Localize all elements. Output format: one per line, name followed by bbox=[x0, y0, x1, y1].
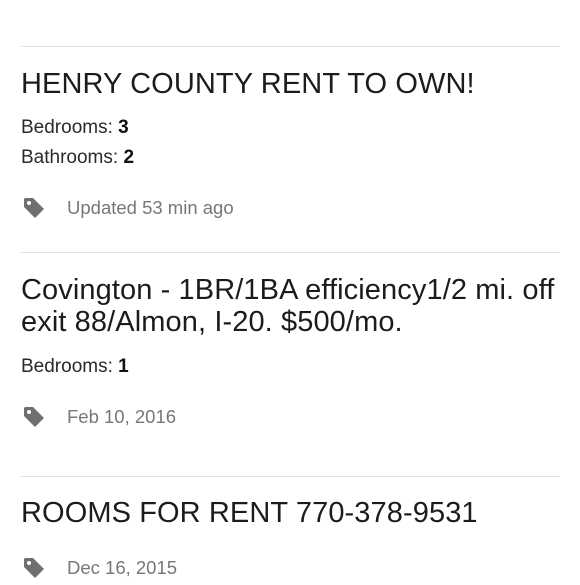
bedrooms-field: Bedrooms: 1 bbox=[21, 352, 560, 382]
bedrooms-label: Bedrooms: bbox=[21, 117, 113, 138]
bedrooms-value: 3 bbox=[118, 117, 129, 138]
listing-list: HENRY COUNTY RENT TO OWN! Bedrooms: 3 Ba… bbox=[21, 0, 560, 583]
listing-title[interactable]: ROOMS FOR RENT 770-378-9531 bbox=[21, 497, 560, 529]
listing-date: Dec 16, 2015 bbox=[67, 557, 178, 578]
bedrooms-field: Bedrooms: 3 bbox=[21, 113, 560, 143]
bathrooms-field: Bathrooms: 2 bbox=[21, 143, 560, 173]
listing-meta: Dec 16, 2015 bbox=[21, 553, 560, 583]
tag-icon bbox=[22, 556, 46, 580]
bathrooms-label: Bathrooms: bbox=[21, 147, 119, 168]
updated-time: Updated 53 min ago bbox=[67, 197, 234, 218]
listing-card[interactable]: HENRY COUNTY RENT TO OWN! Bedrooms: 3 Ba… bbox=[21, 47, 560, 223]
listing-title[interactable]: HENRY COUNTY RENT TO OWN! bbox=[21, 68, 560, 100]
tag-icon bbox=[22, 196, 46, 220]
listing-meta: Updated 53 min ago bbox=[21, 193, 560, 223]
listing-title[interactable]: Covington - 1BR/1BA efficiency1/2 mi. of… bbox=[21, 274, 560, 338]
tag-icon bbox=[22, 405, 46, 429]
bedrooms-value: 1 bbox=[118, 356, 129, 377]
bedrooms-label: Bedrooms: bbox=[21, 356, 113, 377]
listing-card[interactable]: ROOMS FOR RENT 770-378-9531 Dec 16, 2015 bbox=[21, 477, 560, 583]
listing-meta: Feb 10, 2016 bbox=[21, 402, 560, 432]
listing-card[interactable]: Covington - 1BR/1BA efficiency1/2 mi. of… bbox=[21, 253, 560, 432]
bathrooms-value: 2 bbox=[123, 147, 135, 168]
listing-date: Feb 10, 2016 bbox=[67, 406, 177, 427]
